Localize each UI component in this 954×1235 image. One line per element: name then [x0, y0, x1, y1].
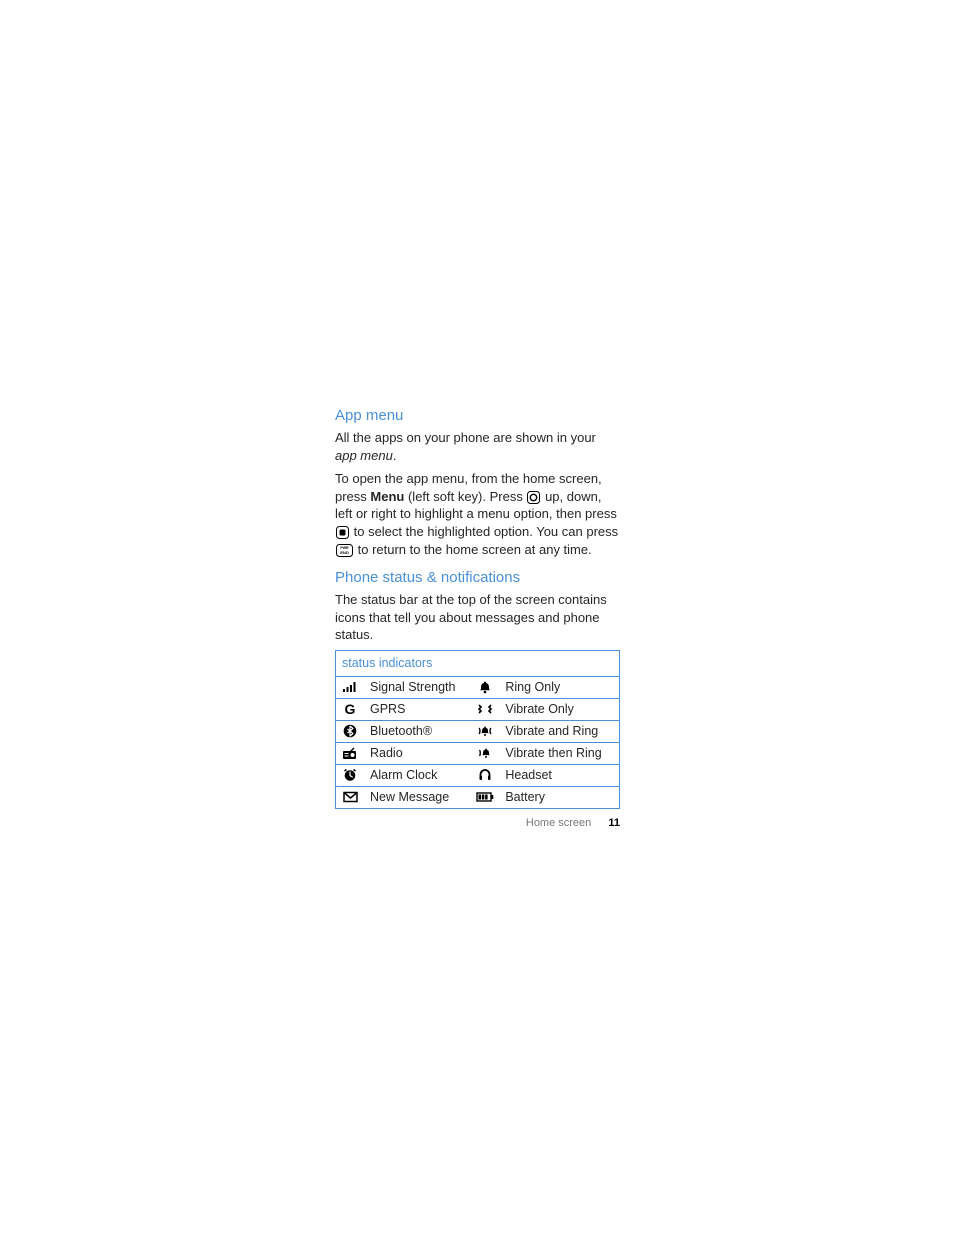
- cell-label: New Message: [364, 786, 471, 808]
- app-menu-paragraph-1: All the apps on your phone are shown in …: [335, 429, 620, 464]
- table-row: Signal Strength Ring Only: [336, 676, 620, 698]
- cell-label: Vibrate Only: [499, 698, 619, 720]
- table-row: New Message Battery: [336, 786, 620, 808]
- cell-label: Alarm Clock: [364, 764, 471, 786]
- signal-strength-icon: [336, 676, 365, 698]
- headset-icon: [471, 764, 499, 786]
- footer-section-name: Home screen: [526, 817, 591, 829]
- table-row: G GPRS Vibrate Only: [336, 698, 620, 720]
- alarm-clock-icon: [336, 764, 365, 786]
- nav-key-icon: [527, 491, 540, 504]
- bluetooth-icon: [336, 720, 365, 742]
- text-bold: Menu: [370, 489, 404, 504]
- text-italic: app menu: [335, 448, 393, 463]
- vibrate-and-ring-icon: [471, 720, 499, 742]
- svg-text:END: END: [340, 550, 349, 555]
- table-header: status indicators: [336, 650, 620, 676]
- end-key-icon: PWREND: [336, 544, 353, 557]
- table-row: Bluetooth® Vibrate and Ring: [336, 720, 620, 742]
- table-row: Radio Vibrate then Ring: [336, 742, 620, 764]
- cell-label: Ring Only: [499, 676, 619, 698]
- cell-label: GPRS: [364, 698, 471, 720]
- cell-label: Radio: [364, 742, 471, 764]
- page-number: 11: [608, 817, 620, 829]
- svg-text:G: G: [345, 702, 356, 716]
- heading-app-menu: App menu: [335, 406, 620, 426]
- text: to return to the home screen at any time…: [354, 542, 592, 557]
- text: (left soft key). Press: [404, 489, 526, 504]
- cell-label: Vibrate then Ring: [499, 742, 619, 764]
- vibrate-only-icon: [471, 698, 499, 720]
- page-footer: Home screen 11: [335, 816, 620, 831]
- cell-label: Signal Strength: [364, 676, 471, 698]
- ring-only-icon: [471, 676, 499, 698]
- text: to select the highlighted option. You ca…: [350, 524, 618, 539]
- table-row: Alarm Clock Headset: [336, 764, 620, 786]
- document-page: App menu All the apps on your phone are …: [0, 0, 954, 1235]
- cell-label: Battery: [499, 786, 619, 808]
- app-menu-paragraph-2: To open the app menu, from the home scre…: [335, 470, 620, 558]
- heading-status-notifications: Phone status & notifications: [335, 568, 620, 588]
- radio-icon: [336, 742, 365, 764]
- cell-label: Headset: [499, 764, 619, 786]
- gprs-icon: G: [336, 698, 365, 720]
- cell-label: Vibrate and Ring: [499, 720, 619, 742]
- content-column: App menu All the apps on your phone are …: [335, 406, 620, 809]
- text: All the apps on your phone are shown in …: [335, 430, 596, 445]
- text: .: [393, 448, 397, 463]
- new-message-icon: [336, 786, 365, 808]
- status-paragraph: The status bar at the top of the screen …: [335, 591, 620, 644]
- battery-icon: [471, 786, 499, 808]
- select-key-icon: [336, 526, 349, 539]
- status-indicators-table: status indicators Signal Strength Ring O…: [335, 650, 620, 809]
- vibrate-then-ring-icon: [471, 742, 499, 764]
- cell-label: Bluetooth®: [364, 720, 471, 742]
